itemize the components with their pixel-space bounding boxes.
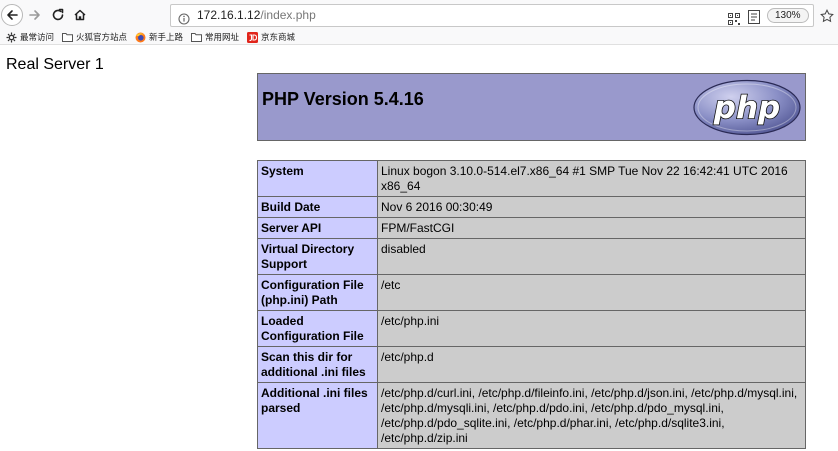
table-row: Configuration File (php.ini) Path/etc: [257, 274, 806, 311]
home-icon[interactable]: [71, 6, 89, 24]
info-value-cell: /etc/php.d: [377, 346, 806, 383]
page-title: Real Server 1: [6, 56, 104, 73]
forward-arrow-icon[interactable]: [26, 6, 44, 24]
info-key-cell: Additional .ini files parsed: [257, 382, 378, 449]
bookmark-firefox-official[interactable]: 火狐官方站点: [62, 30, 127, 44]
bookmark-label: 常用网址: [205, 33, 240, 43]
info-value-cell: disabled: [377, 238, 806, 275]
gear-icon: [6, 32, 17, 43]
folder-icon: [191, 32, 202, 43]
info-value-cell: Nov 6 2016 00:30:49: [377, 196, 806, 218]
table-row: System Linux bogon 3.10.0-514.el7.x86_64 …: [257, 160, 806, 197]
folder-icon: [62, 32, 73, 43]
info-key-cell: Scan this dir for additional .ini files: [257, 346, 378, 383]
info-key-cell: Configuration File (php.ini) Path: [257, 274, 378, 311]
reader-view-icon[interactable]: [748, 9, 760, 24]
table-row: Loaded Configuration File/etc/php.ini: [257, 310, 806, 347]
page-content: Real Server 1 PHP Version 5.4.16 php Sys…: [0, 46, 838, 451]
reload-icon[interactable]: [49, 6, 67, 24]
info-value-cell: /etc/php.ini: [377, 310, 806, 347]
info-key-cell: Virtual Directory Support: [257, 238, 378, 275]
table-row: Server API FPM/FastCGI: [257, 217, 806, 239]
qr-code-icon[interactable]: [728, 10, 740, 25]
firefox-icon: [135, 32, 146, 43]
info-value-cell: /etc/php.d/curl.ini, /etc/php.d/fileinfo…: [377, 382, 806, 449]
zoom-level-badge[interactable]: 130%: [767, 8, 809, 23]
url-text[interactable]: 172.16.1.12/index.php: [197, 8, 316, 22]
info-icon[interactable]: [178, 10, 190, 25]
bookmark-common-sites[interactable]: 常用网址: [191, 30, 239, 44]
info-value-cell: Linux bogon 3.10.0-514.el7.x86_64 #1 SMP…: [377, 160, 806, 197]
php-info-table: System Linux bogon 3.10.0-514.el7.x86_64 …: [257, 160, 806, 449]
php-version-title: PHP Version 5.4.16: [262, 89, 424, 109]
info-key-cell: Server API: [257, 217, 378, 239]
table-row: Virtual Directory Support disabled: [257, 238, 806, 275]
table-row: Additional .ini files parsed/etc/php.d/c…: [257, 382, 806, 449]
back-arrow-icon[interactable]: [1, 4, 23, 26]
info-value-cell: FPM/FastCGI: [377, 217, 806, 239]
php-logo-icon[interactable]: php: [692, 79, 802, 136]
php-logo-text: php: [713, 90, 780, 126]
info-key-cell: System: [257, 160, 378, 197]
table-row: Scan this dir for additional .ini files /…: [257, 346, 806, 383]
bookmark-label: 最常访问: [20, 33, 55, 43]
bookmark-jd-mall[interactable]: 京东商城: [247, 30, 295, 44]
bookmark-label: 火狐官方站点: [76, 33, 128, 43]
bookmark-most-visited[interactable]: 最常访问: [6, 30, 54, 44]
url-bar[interactable]: 172.16.1.12/index.php 130%: [170, 4, 814, 27]
info-value-cell: /etc: [377, 274, 806, 311]
url-host: 172.16.1.12: [197, 8, 261, 22]
table-row: Build Date Nov 6 2016 00:30:49: [257, 196, 806, 218]
php-version-header: PHP Version 5.4.16 php: [257, 73, 806, 141]
bookmarks-toolbar: 最常访问 火狐官方站点 新手上路 常用网址 京东商城: [0, 30, 838, 45]
info-key-cell: Loaded Configuration File: [257, 310, 378, 347]
url-path: /index.php: [260, 8, 316, 22]
jd-logo-icon: [247, 31, 258, 43]
info-key-cell: Build Date: [257, 196, 378, 218]
bookmark-label: 京东商城: [261, 33, 296, 43]
browser-toolbar: 172.16.1.12/index.php 130%: [0, 0, 838, 30]
bookmark-label: 新手上路: [149, 33, 184, 43]
bookmark-getting-started[interactable]: 新手上路: [135, 30, 183, 44]
bookmark-star-icon[interactable]: [820, 8, 834, 23]
